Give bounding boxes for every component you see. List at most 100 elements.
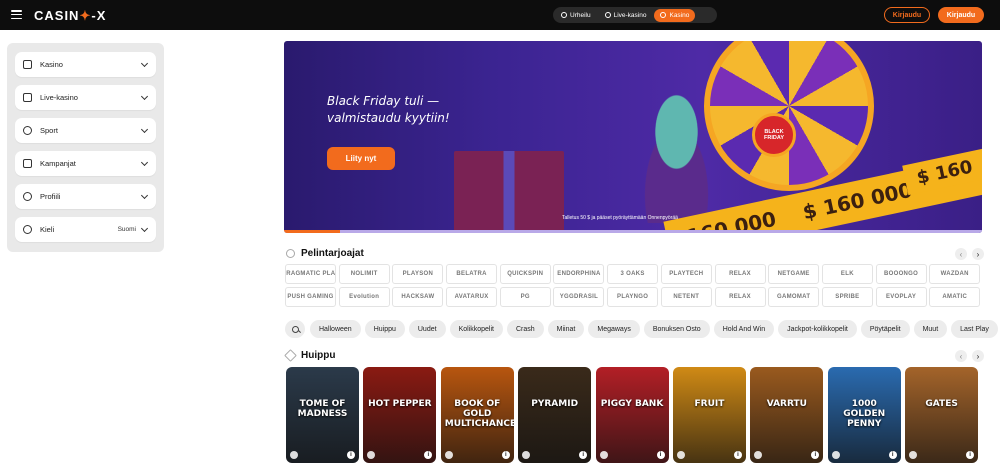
category-chip[interactable]: Kolikkopelit bbox=[449, 320, 503, 338]
provider-tile[interactable]: QUICKSPIN bbox=[499, 264, 551, 284]
provider-tile[interactable]: GAMOMAT bbox=[768, 287, 820, 307]
provider-tile[interactable]: YGGDRASIL bbox=[553, 287, 605, 307]
hamburger-menu-icon[interactable] bbox=[11, 10, 22, 19]
game-title: PIGGY BANK bbox=[600, 399, 664, 409]
sidebar-item-kieli[interactable]: Kieli Suomi bbox=[15, 217, 156, 242]
game-card[interactable]: TOME OF MADNESS i bbox=[286, 367, 359, 463]
provider-tile[interactable]: PLAYNGO bbox=[607, 287, 659, 307]
provider-tile[interactable]: HACKSAW bbox=[392, 287, 444, 307]
sidebar-item-label: Profiili bbox=[40, 192, 61, 201]
casino-icon bbox=[23, 60, 32, 69]
category-chip[interactable]: Hold And Win bbox=[713, 320, 775, 338]
join-now-button[interactable]: Liity nyt bbox=[327, 147, 395, 170]
info-icon[interactable]: i bbox=[501, 451, 510, 459]
game-card[interactable]: PIGGY BANK i bbox=[595, 367, 669, 463]
provider-tile[interactable]: AVATARUX bbox=[446, 287, 498, 307]
provider-tile[interactable]: SPRIBE bbox=[821, 287, 873, 307]
provider-tile[interactable]: ENDORPHINA bbox=[553, 264, 605, 284]
provider-badge-icon bbox=[444, 451, 453, 459]
provider-tile[interactable]: PG bbox=[499, 287, 551, 307]
next-arrow-icon[interactable]: › bbox=[972, 248, 984, 260]
info-icon[interactable]: i bbox=[424, 451, 433, 459]
banner-fine-print: Talletus 50 $ ja pääset pyöräyttämään On… bbox=[562, 215, 678, 221]
provider-badge-icon bbox=[599, 451, 608, 459]
category-chip[interactable]: Megaways bbox=[588, 320, 640, 338]
info-icon[interactable]: i bbox=[966, 451, 975, 459]
provider-tile[interactable]: NOLIMIT bbox=[338, 264, 390, 284]
game-card[interactable]: FRUIT i bbox=[672, 367, 746, 463]
provider-tile[interactable]: NETGAME bbox=[768, 264, 820, 284]
sidebar-item-sport[interactable]: Sport bbox=[15, 118, 156, 143]
info-icon[interactable]: i bbox=[579, 451, 588, 459]
sidebar-item-label: Kampanjat bbox=[40, 159, 76, 168]
provider-tile[interactable]: ELK bbox=[821, 264, 873, 284]
provider-badge-icon bbox=[754, 451, 763, 459]
tab-urheilu[interactable]: Urheilu bbox=[555, 9, 597, 22]
category-chip[interactable]: Huippu bbox=[364, 320, 405, 338]
category-chip[interactable]: Jackpot-kolikkopelit bbox=[778, 320, 857, 338]
game-card[interactable]: VARRTU i bbox=[750, 367, 824, 463]
category-chip[interactable]: Miinat bbox=[547, 320, 585, 338]
tab-label: Live-kasino bbox=[613, 11, 647, 19]
provider-tile[interactable]: PRAGMATIC PLAY bbox=[285, 264, 336, 284]
provider-tile[interactable]: RELAX bbox=[714, 287, 766, 307]
carousel-progress bbox=[284, 230, 982, 233]
category-search-button[interactable] bbox=[285, 320, 305, 338]
game-card[interactable]: PYRAMID i bbox=[518, 367, 592, 463]
provider-tile[interactable]: AMATIC bbox=[929, 287, 981, 307]
chevron-down-icon bbox=[140, 224, 149, 233]
logo-text-left: CASIN bbox=[34, 8, 80, 23]
promo-banner[interactable]: BLACK FRIDAY 160 000 $ 160 000 $ 160 Blac… bbox=[284, 41, 982, 233]
wheel-hub-label: BLACK FRIDAY bbox=[752, 113, 796, 157]
provider-tile[interactable]: PUSH GAMING bbox=[285, 287, 336, 307]
chevron-down-icon bbox=[140, 191, 149, 200]
provider-tile[interactable]: RELAX bbox=[714, 264, 766, 284]
tab-kasino[interactable]: Kasino bbox=[654, 8, 696, 22]
category-chip[interactable]: Muut bbox=[913, 320, 948, 338]
logo-text-right: -X bbox=[91, 8, 107, 23]
info-icon[interactable]: i bbox=[811, 451, 820, 459]
providers-header: Pelintarjoajat bbox=[286, 248, 364, 259]
provider-tile[interactable]: BOOONGO bbox=[875, 264, 927, 284]
provider-tile[interactable]: Evolution bbox=[338, 287, 390, 307]
info-icon[interactable]: i bbox=[347, 451, 355, 459]
category-chip[interactable]: Uudet bbox=[408, 320, 446, 338]
category-chip[interactable]: Pöytäpelit bbox=[860, 320, 910, 338]
game-title: VARRTU bbox=[766, 399, 807, 409]
prev-arrow-icon[interactable]: ‹ bbox=[955, 248, 967, 260]
provider-tile[interactable]: PLAYSON bbox=[392, 264, 444, 284]
game-title: FRUIT bbox=[694, 399, 725, 409]
game-card[interactable]: BOOK OF GOLD MULTICHANCE i bbox=[440, 367, 514, 463]
chevron-down-icon bbox=[140, 92, 149, 101]
provider-tile[interactable]: WAZDAN bbox=[929, 264, 981, 284]
category-chip[interactable]: Crash bbox=[506, 320, 544, 338]
info-icon[interactable]: i bbox=[888, 451, 897, 459]
category-chip[interactable]: Last Play bbox=[951, 320, 998, 338]
sidebar-item-kasino[interactable]: Kasino bbox=[15, 52, 156, 77]
next-arrow-icon[interactable]: › bbox=[972, 350, 984, 362]
game-title: PYRAMID bbox=[531, 399, 579, 409]
signup-button[interactable]: Kirjaudu bbox=[938, 7, 984, 23]
info-icon[interactable]: i bbox=[733, 451, 742, 459]
provider-tile[interactable]: BELATRA bbox=[446, 264, 498, 284]
sidebar-item-kampanjat[interactable]: Kampanjat bbox=[15, 151, 156, 176]
provider-tile[interactable]: PLAYTECH bbox=[660, 264, 712, 284]
game-card[interactable]: HOT PEPPER i bbox=[363, 367, 437, 463]
provider-tile[interactable]: NETENT bbox=[660, 287, 712, 307]
sidebar-item-profiili[interactable]: Profiili bbox=[15, 184, 156, 209]
tab-live-kasino[interactable]: Live-kasino bbox=[599, 9, 653, 22]
category-chip[interactable]: Bonuksen Osto bbox=[643, 320, 710, 338]
provider-badge-icon bbox=[290, 451, 298, 459]
info-icon[interactable]: i bbox=[656, 451, 665, 459]
slot-icon bbox=[660, 12, 667, 18]
category-chip[interactable]: Halloween bbox=[310, 320, 361, 338]
game-card[interactable]: 1000 GOLDEN PENNY i bbox=[827, 367, 901, 463]
sidebar-item-live-kasino[interactable]: Live-kasino bbox=[15, 85, 156, 110]
login-button[interactable]: Kirjaudu bbox=[884, 7, 930, 23]
site-logo[interactable]: CASIN✦-X bbox=[34, 8, 106, 24]
provider-tile[interactable]: 3 OAKS bbox=[607, 264, 659, 284]
game-card[interactable]: GATES i bbox=[905, 367, 979, 463]
provider-tile[interactable]: EVOPLAY bbox=[875, 287, 927, 307]
provider-badge-icon bbox=[831, 451, 840, 459]
prev-arrow-icon[interactable]: ‹ bbox=[955, 350, 967, 362]
